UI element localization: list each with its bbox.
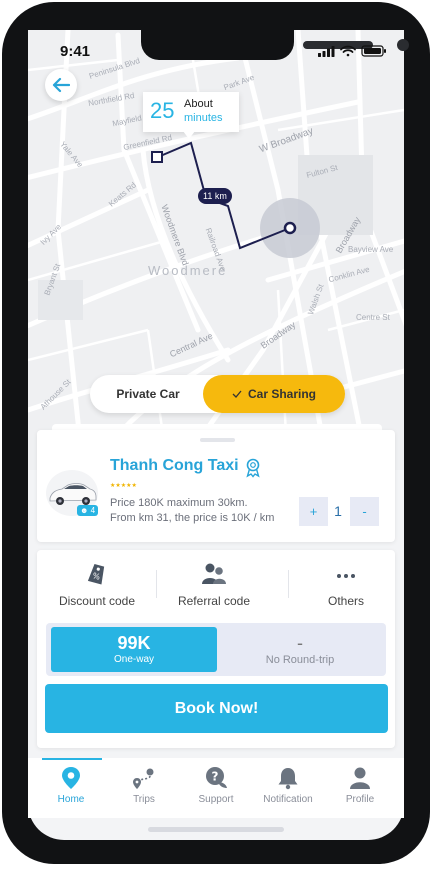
book-now-button[interactable]: Book Now! [45,684,388,733]
private-car-label: Private Car [116,387,180,401]
seat-count-badge: ☻ 4 [77,505,99,516]
eta-label-minutes: minutes [184,112,223,124]
eta-value: 25 [150,98,175,123]
price-description-line2: From km 31, the price is 10K / km [110,512,275,524]
ride-type-toggle: Private Car Car Sharing [90,375,345,413]
map-street-label: Centre St [356,313,390,322]
star-rating: ★★★★★ [110,483,137,489]
nav-label-profile: Profile [345,794,375,805]
svg-text:?: ? [212,770,219,784]
award-badge-icon [246,458,260,478]
map-area-label: Woodmere [148,263,228,278]
nav-label-support: Support [198,794,234,805]
options-divider [156,570,157,598]
nav-item-notification[interactable]: Notification [256,766,320,810]
cellular-signal-icon [318,46,335,57]
price-description-line1: Price 180K maximum 30km. [110,497,248,509]
nav-label-home: Home [57,794,85,805]
car-sharing-label: Car Sharing [247,387,316,401]
referral-people-icon [202,563,226,584]
others-option[interactable]: Others [291,562,401,612]
discount-tag-icon: % [87,564,105,585]
device-notch [141,30,409,60]
status-icons [318,45,386,57]
nav-active-indicator [42,758,102,760]
eta-bubble: 25 About minutes [143,92,239,132]
eta-bubble-pointer [183,131,195,139]
user-icon [350,767,370,789]
camera [397,39,409,51]
route-icon [133,768,154,789]
arrow-left-icon [52,77,70,93]
nav-label-notification: Notification [263,794,313,805]
more-icon [337,574,355,578]
round-trip-label: No Round-trip [265,654,335,666]
increase-quantity-button[interactable]: + [299,497,328,526]
nav-item-support[interactable]: ? Support [184,766,248,810]
one-way-price: 99K [117,633,151,653]
nav-item-trips[interactable]: Trips [112,766,176,810]
taxi-company-name: Thanh Cong Taxi [110,457,239,474]
options-divider [288,570,289,598]
status-time: 9:41 [60,43,91,60]
location-pin-icon [62,767,80,789]
round-trip-price[interactable]: - [216,633,384,654]
car-sharing-option[interactable]: Car Sharing [203,375,345,413]
person-icon: ☻ [80,506,89,515]
bell-icon [278,768,298,790]
home-indicator [148,827,284,832]
support-chat-icon: ? [206,767,227,788]
referral-code-label: Referral code [177,594,251,608]
map-street-label: Bayview Ave [348,245,394,254]
battery-icon [361,45,386,57]
seat-count: 4 [90,506,96,515]
referral-code-option[interactable]: Referral code [159,562,269,612]
others-label: Others [327,594,364,608]
quantity-value: 1 [334,503,342,519]
decrease-quantity-button[interactable]: - [350,497,379,526]
nav-label-trips: Trips [133,794,155,805]
nav-item-home[interactable]: Home [39,766,103,810]
back-button[interactable] [45,69,77,101]
wifi-icon [340,45,356,57]
nav-item-profile[interactable]: Profile [328,766,392,810]
distance-badge: 11 km [198,188,232,204]
drag-handle[interactable] [200,438,235,442]
eta-label-about: About [184,98,213,110]
check-icon [232,390,242,398]
private-car-option[interactable]: Private Car [90,375,206,413]
discount-code-label: Discount code [58,594,136,608]
discount-code-option[interactable]: % Discount code [42,562,152,612]
one-way-label: One-way [113,654,154,665]
